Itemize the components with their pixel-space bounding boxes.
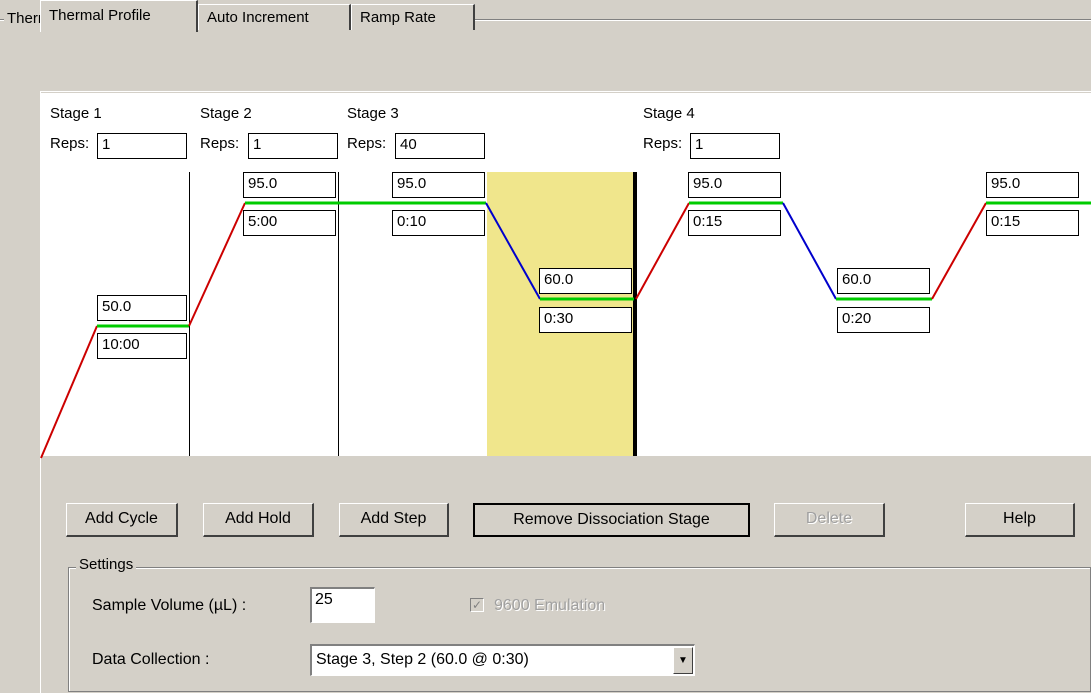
delete-button[interactable]: Delete <box>774 503 885 537</box>
step-4-time-input[interactable]: 0:30 <box>539 307 632 333</box>
step-7-temp-input[interactable]: 95.0 <box>986 172 1079 198</box>
data-collection-select[interactable]: Stage 3, Step 2 (60.0 @ 0:30) ▼ <box>310 644 695 676</box>
step-4-temp-input[interactable]: 60.0 <box>539 268 632 294</box>
ramp-down-line <box>782 202 837 300</box>
ramp-up-line <box>635 202 690 300</box>
settings-title: Settings <box>76 556 137 573</box>
data-collection-value: Stage 3, Step 2 (60.0 @ 0:30) <box>316 651 529 668</box>
tab-thermal-profile[interactable]: Thermal Profile <box>40 0 198 32</box>
sample-volume-input[interactable]: 25 <box>310 587 375 623</box>
ramp-up-line <box>40 325 98 459</box>
temperature-profile-graph <box>40 201 1091 459</box>
step-5-time-input[interactable]: 0:15 <box>688 210 781 236</box>
step-3-temp-input[interactable]: 95.0 <box>392 172 485 198</box>
sample-volume-label: Sample Volume (µL) : <box>92 597 247 614</box>
step-7-time-input[interactable]: 0:15 <box>986 210 1079 236</box>
step-5-temp-input[interactable]: 95.0 <box>688 172 781 198</box>
add-step-button[interactable]: Add Step <box>339 503 449 537</box>
step-2-temp-input[interactable]: 95.0 <box>243 172 336 198</box>
step-1-time-input[interactable]: 10:00 <box>97 333 187 359</box>
data-collection-label: Data Collection : <box>92 651 210 668</box>
ramp-down-line <box>485 202 541 300</box>
emulation-label: 9600 Emulation <box>494 597 606 614</box>
add-hold-button[interactable]: Add Hold <box>203 503 314 537</box>
step-3-time-input[interactable]: 0:10 <box>392 210 485 236</box>
remove-dissociation-stage-button[interactable]: Remove Dissociation Stage <box>473 503 750 537</box>
dropdown-arrow-icon[interactable]: ▼ <box>673 647 693 674</box>
help-button[interactable]: Help <box>965 503 1075 537</box>
step-2-time-input[interactable]: 5:00 <box>243 210 336 236</box>
step-6-temp-input[interactable]: 60.0 <box>837 268 930 294</box>
emulation-checkbox[interactable]: ✓ <box>470 598 484 612</box>
add-cycle-button[interactable]: Add Cycle <box>66 503 178 537</box>
step-6-time-input[interactable]: 0:20 <box>837 307 930 333</box>
ramp-up-line <box>188 202 246 327</box>
step-1-temp-input[interactable]: 50.0 <box>97 295 187 321</box>
ramp-up-line <box>931 202 987 300</box>
